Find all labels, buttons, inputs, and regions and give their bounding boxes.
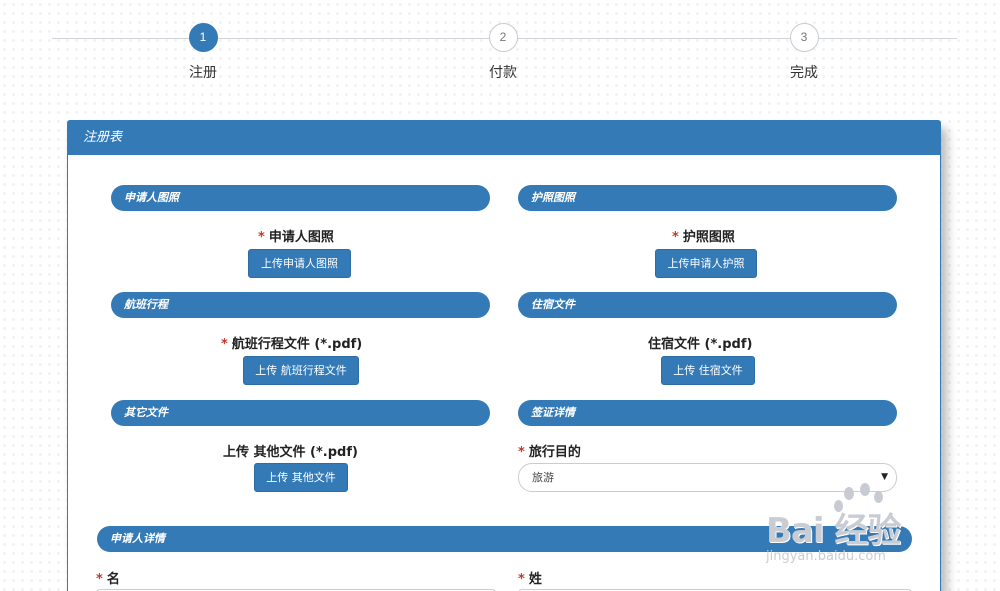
step-label: 注册 (189, 65, 217, 81)
accommodation-label: 住宿文件 (*.pdf) (648, 333, 752, 352)
upload-applicant-photo-button[interactable]: 上传申请人图照 (248, 249, 351, 278)
section-header-passport-photo: 护照图照 (518, 185, 897, 211)
registration-panel: 注册表 申请人图照 护照图照 * 申请人图照 上传申请人图照 * 护照图照 上传申请… (67, 120, 941, 591)
step-complete[interactable]: 3 完成 (764, 23, 844, 82)
section-header-applicant-details: 申请人详情 (97, 526, 912, 552)
progress-stepper: 1 注册 2 付款 3 完成 (0, 0, 1000, 110)
select-value: 旅游 (532, 471, 554, 484)
label-text: 申请人图照 (268, 230, 334, 245)
section-header-visa-details: 签证详情 (518, 400, 897, 426)
upload-passport-button[interactable]: 上传申请人护照 (655, 249, 757, 278)
required-mark: * (518, 572, 525, 587)
label-text: 名 (106, 572, 120, 587)
section-header-accommodation: 住宿文件 (518, 292, 897, 318)
step-number: 3 (789, 23, 819, 52)
section-header-applicant-photo: 申请人图照 (111, 185, 490, 211)
first-name-label: * 名 (96, 568, 120, 587)
step-payment[interactable]: 2 付款 (463, 23, 543, 82)
label-text: 护照图照 (682, 230, 735, 245)
step-label: 付款 (489, 65, 517, 81)
upload-flight-itinerary-button[interactable]: 上传 航班行程文件 (243, 356, 359, 385)
last-name-label: * 姓 (518, 568, 542, 587)
upload-accommodation-button[interactable]: 上传 住宿文件 (661, 356, 755, 385)
upload-other-files-button[interactable]: 上传 其他文件 (254, 463, 348, 492)
section-header-other-files: 其它文件 (111, 400, 490, 426)
label-text: 姓 (528, 572, 542, 587)
required-mark: * (518, 445, 525, 460)
travel-purpose-label: * 旅行目的 (518, 441, 581, 460)
label-text: 航班行程文件 (*.pdf) (231, 337, 363, 352)
travel-purpose-select[interactable]: 旅游 ▼ (518, 463, 897, 492)
label-text: 上传 其他文件 (*.pdf) (223, 445, 358, 460)
required-mark: * (672, 230, 679, 245)
step-number: 2 (488, 23, 518, 52)
required-mark: * (96, 572, 103, 587)
label-text: 旅行目的 (528, 445, 581, 460)
chevron-down-icon: ▼ (881, 472, 888, 482)
required-mark: * (221, 337, 228, 352)
flight-itinerary-label: * 航班行程文件 (*.pdf) (221, 333, 362, 352)
section-header-flight-itinerary: 航班行程 (111, 292, 490, 318)
step-register[interactable]: 1 注册 (163, 23, 243, 82)
step-label: 完成 (790, 65, 818, 81)
step-number: 1 (188, 23, 218, 52)
other-files-label: 上传 其他文件 (*.pdf) (223, 441, 358, 460)
passport-photo-label: * 护照图照 (672, 226, 735, 245)
label-text: 住宿文件 (*.pdf) (648, 337, 753, 352)
applicant-photo-label: * 申请人图照 (258, 226, 334, 245)
panel-title: 注册表 (68, 121, 940, 155)
required-mark: * (258, 230, 265, 245)
